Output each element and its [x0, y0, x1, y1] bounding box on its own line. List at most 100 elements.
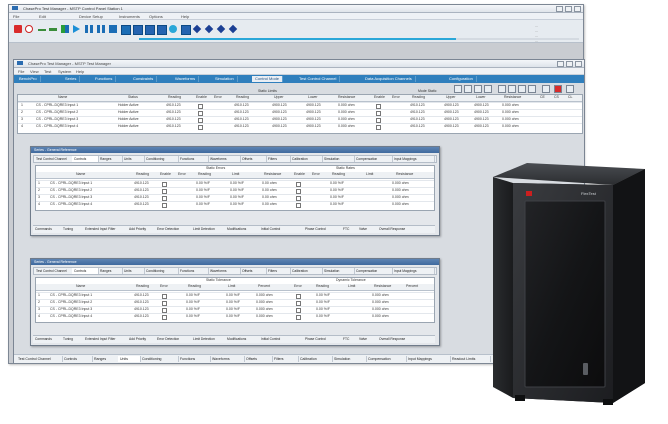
tab-offsets[interactable]: Offsets — [240, 268, 267, 274]
tab-functions[interactable]: Functions — [92, 76, 117, 82]
table-row[interactable]: 1 CS - CPRL-DQRE3 Input 1 4910.123 0.00 … — [36, 180, 434, 187]
alarm-icon[interactable] — [554, 85, 562, 93]
enable-checkbox[interactable] — [376, 125, 381, 130]
footer-tab[interactable]: Limit Detection — [193, 337, 215, 341]
tab-input-mappings[interactable]: Input Mappings — [392, 156, 435, 162]
footer-tab[interactable]: Overall Response — [379, 337, 405, 341]
tab-test-control-channel[interactable]: Test Control Channel — [296, 76, 341, 82]
footer-tab[interactable]: Error Detection — [157, 337, 179, 341]
save-icon[interactable] — [133, 25, 143, 35]
footer-tab[interactable]: Add Priority — [129, 227, 146, 231]
menu-view[interactable]: View — [30, 69, 39, 74]
diamond-icon[interactable] — [192, 24, 202, 34]
tab-functions[interactable]: Functions — [178, 268, 209, 274]
export-icon[interactable] — [474, 85, 482, 93]
table-row[interactable]: 4 CS - CPRL-DQRE3 Input 4 4910.123 0.00 … — [36, 201, 434, 208]
print-icon[interactable] — [464, 85, 472, 93]
settings-icon[interactable] — [484, 85, 492, 93]
tab-simulation[interactable]: Simulation — [322, 268, 355, 274]
tab-control-mode[interactable]: Control Mode — [252, 76, 284, 82]
tab-waveforms[interactable]: Waveforms — [208, 156, 241, 162]
tab-filters[interactable]: Filters — [272, 356, 299, 362]
tab-input-mappings[interactable]: Input Mappings — [406, 356, 451, 362]
tab-calibration[interactable]: Calibration — [290, 268, 323, 274]
tab-waveforms[interactable]: Waveforms — [208, 268, 241, 274]
tab-filters[interactable]: Filters — [266, 156, 291, 162]
play-icon[interactable] — [73, 25, 80, 33]
footer-tab[interactable]: Initial Control — [261, 227, 280, 231]
footer-tab[interactable]: FTC — [343, 227, 349, 231]
tab-constraints[interactable]: Constraints — [130, 76, 158, 82]
tab-input-mappings[interactable]: Input Mappings — [392, 268, 435, 274]
footer-tab[interactable]: Phase Control — [305, 337, 326, 341]
tab-compensation[interactable]: Compensation — [354, 156, 393, 162]
tab-series[interactable]: Series — [62, 76, 81, 82]
tab-units[interactable]: Units — [122, 156, 145, 162]
tab-configuration[interactable]: Configuration — [446, 76, 477, 82]
tab-conditioning[interactable]: Conditioning — [140, 356, 179, 362]
footer-tab[interactable]: Modifications — [227, 337, 246, 341]
footer-tab[interactable]: Overall Response — [379, 227, 405, 231]
tab-compensation[interactable]: Compensation — [354, 268, 393, 274]
tab-waveforms[interactable]: Waveforms — [210, 356, 245, 362]
footer-tab[interactable]: Add Priority — [129, 337, 146, 341]
tab-conditioning[interactable]: Conditioning — [144, 156, 179, 162]
pause-icon[interactable] — [85, 25, 93, 33]
tab-test-control-channel[interactable]: Test Control Channel — [16, 356, 63, 362]
tab-units[interactable]: Units — [118, 356, 141, 362]
enable-checkbox[interactable] — [162, 315, 167, 320]
reset-icon[interactable] — [25, 25, 33, 33]
view-icon[interactable] — [454, 85, 462, 93]
tab-conditioning[interactable]: Conditioning — [144, 268, 179, 274]
chart-icon[interactable] — [518, 85, 526, 93]
footer-tab[interactable]: Commands — [35, 337, 52, 341]
table-row[interactable]: 4 CS - CPRL-DQRE3 Input 4 4910.123 0.00 … — [36, 313, 434, 320]
tab-controls[interactable]: Controls — [72, 268, 99, 274]
footer-tab[interactable]: Error Detection — [157, 227, 179, 231]
table-row[interactable]: 3 CS - CPRL-DQRE3 Input 3 4910.123 0.00 … — [36, 306, 434, 313]
enable-checkbox[interactable] — [296, 315, 301, 320]
footer-tab[interactable]: Initial Control — [261, 337, 280, 341]
tab-ranges[interactable]: Ranges — [98, 156, 123, 162]
tab-waveforms[interactable]: Waveforms — [172, 76, 200, 82]
tab-benchpro[interactable]: BenchPro — [16, 76, 41, 82]
diamond-icon[interactable] — [204, 24, 214, 34]
tab-simulation[interactable]: Simulation — [212, 76, 238, 82]
tab-units[interactable]: Units — [122, 268, 145, 274]
footer-tab[interactable]: Limit Detection — [193, 227, 215, 231]
menu-file[interactable]: File — [18, 69, 24, 74]
tab-calibration[interactable]: Calibration — [298, 356, 333, 362]
tab-ranges[interactable]: Ranges — [98, 268, 123, 274]
tab-simulation[interactable]: Simulation — [332, 356, 367, 362]
footer-tab[interactable]: Extended Input Filter — [85, 227, 115, 231]
filter-icon[interactable] — [528, 85, 536, 93]
table-row[interactable]: 1 CS - CPRL-DQRE3 Input 1 Holder Active … — [18, 102, 582, 109]
menu-options[interactable]: Options — [149, 14, 163, 19]
enable-checkbox[interactable] — [296, 203, 301, 208]
tab-offsets[interactable]: Offsets — [244, 356, 273, 362]
gear-icon[interactable] — [216, 24, 226, 34]
maximize-icon[interactable] — [566, 61, 573, 67]
tab-test-control-channel[interactable]: Test Control Channel — [34, 268, 73, 274]
table-row[interactable]: 2 CS - CPRL-DQRE3 Input 2 Holder Active … — [18, 109, 582, 116]
menu-file[interactable]: File — [13, 14, 19, 19]
stop-icon[interactable] — [14, 25, 22, 33]
load-icon[interactable] — [121, 25, 131, 35]
help-icon[interactable] — [566, 85, 574, 93]
grid-icon[interactable] — [498, 85, 506, 93]
table-row[interactable]: 2 CS - CPRL-DQRE3 Input 2 4910.123 0.00 … — [36, 187, 434, 194]
footer-tab[interactable]: Extended Input Filter — [85, 337, 115, 341]
menu-help[interactable]: Help — [181, 14, 189, 19]
menu-device-setup[interactable]: Device Setup — [79, 14, 103, 19]
tab-data-acquisition[interactable]: Data Acquisition Channels — [362, 76, 416, 82]
footer-tab[interactable]: Tuning — [63, 337, 73, 341]
minimize-icon[interactable] — [557, 61, 564, 67]
table-icon[interactable] — [508, 85, 516, 93]
table-row[interactable]: 4 CS - CPRL-DQRE3 Input 4 Holder Active … — [18, 123, 582, 130]
tab-compensation[interactable]: Compensation — [366, 356, 407, 362]
minimize-icon[interactable] — [556, 6, 563, 12]
tab-calibration[interactable]: Calibration — [290, 156, 323, 162]
tab-filters[interactable]: Filters — [266, 268, 291, 274]
tab-ranges[interactable]: Ranges — [92, 356, 119, 362]
enable-checkbox[interactable] — [162, 203, 167, 208]
